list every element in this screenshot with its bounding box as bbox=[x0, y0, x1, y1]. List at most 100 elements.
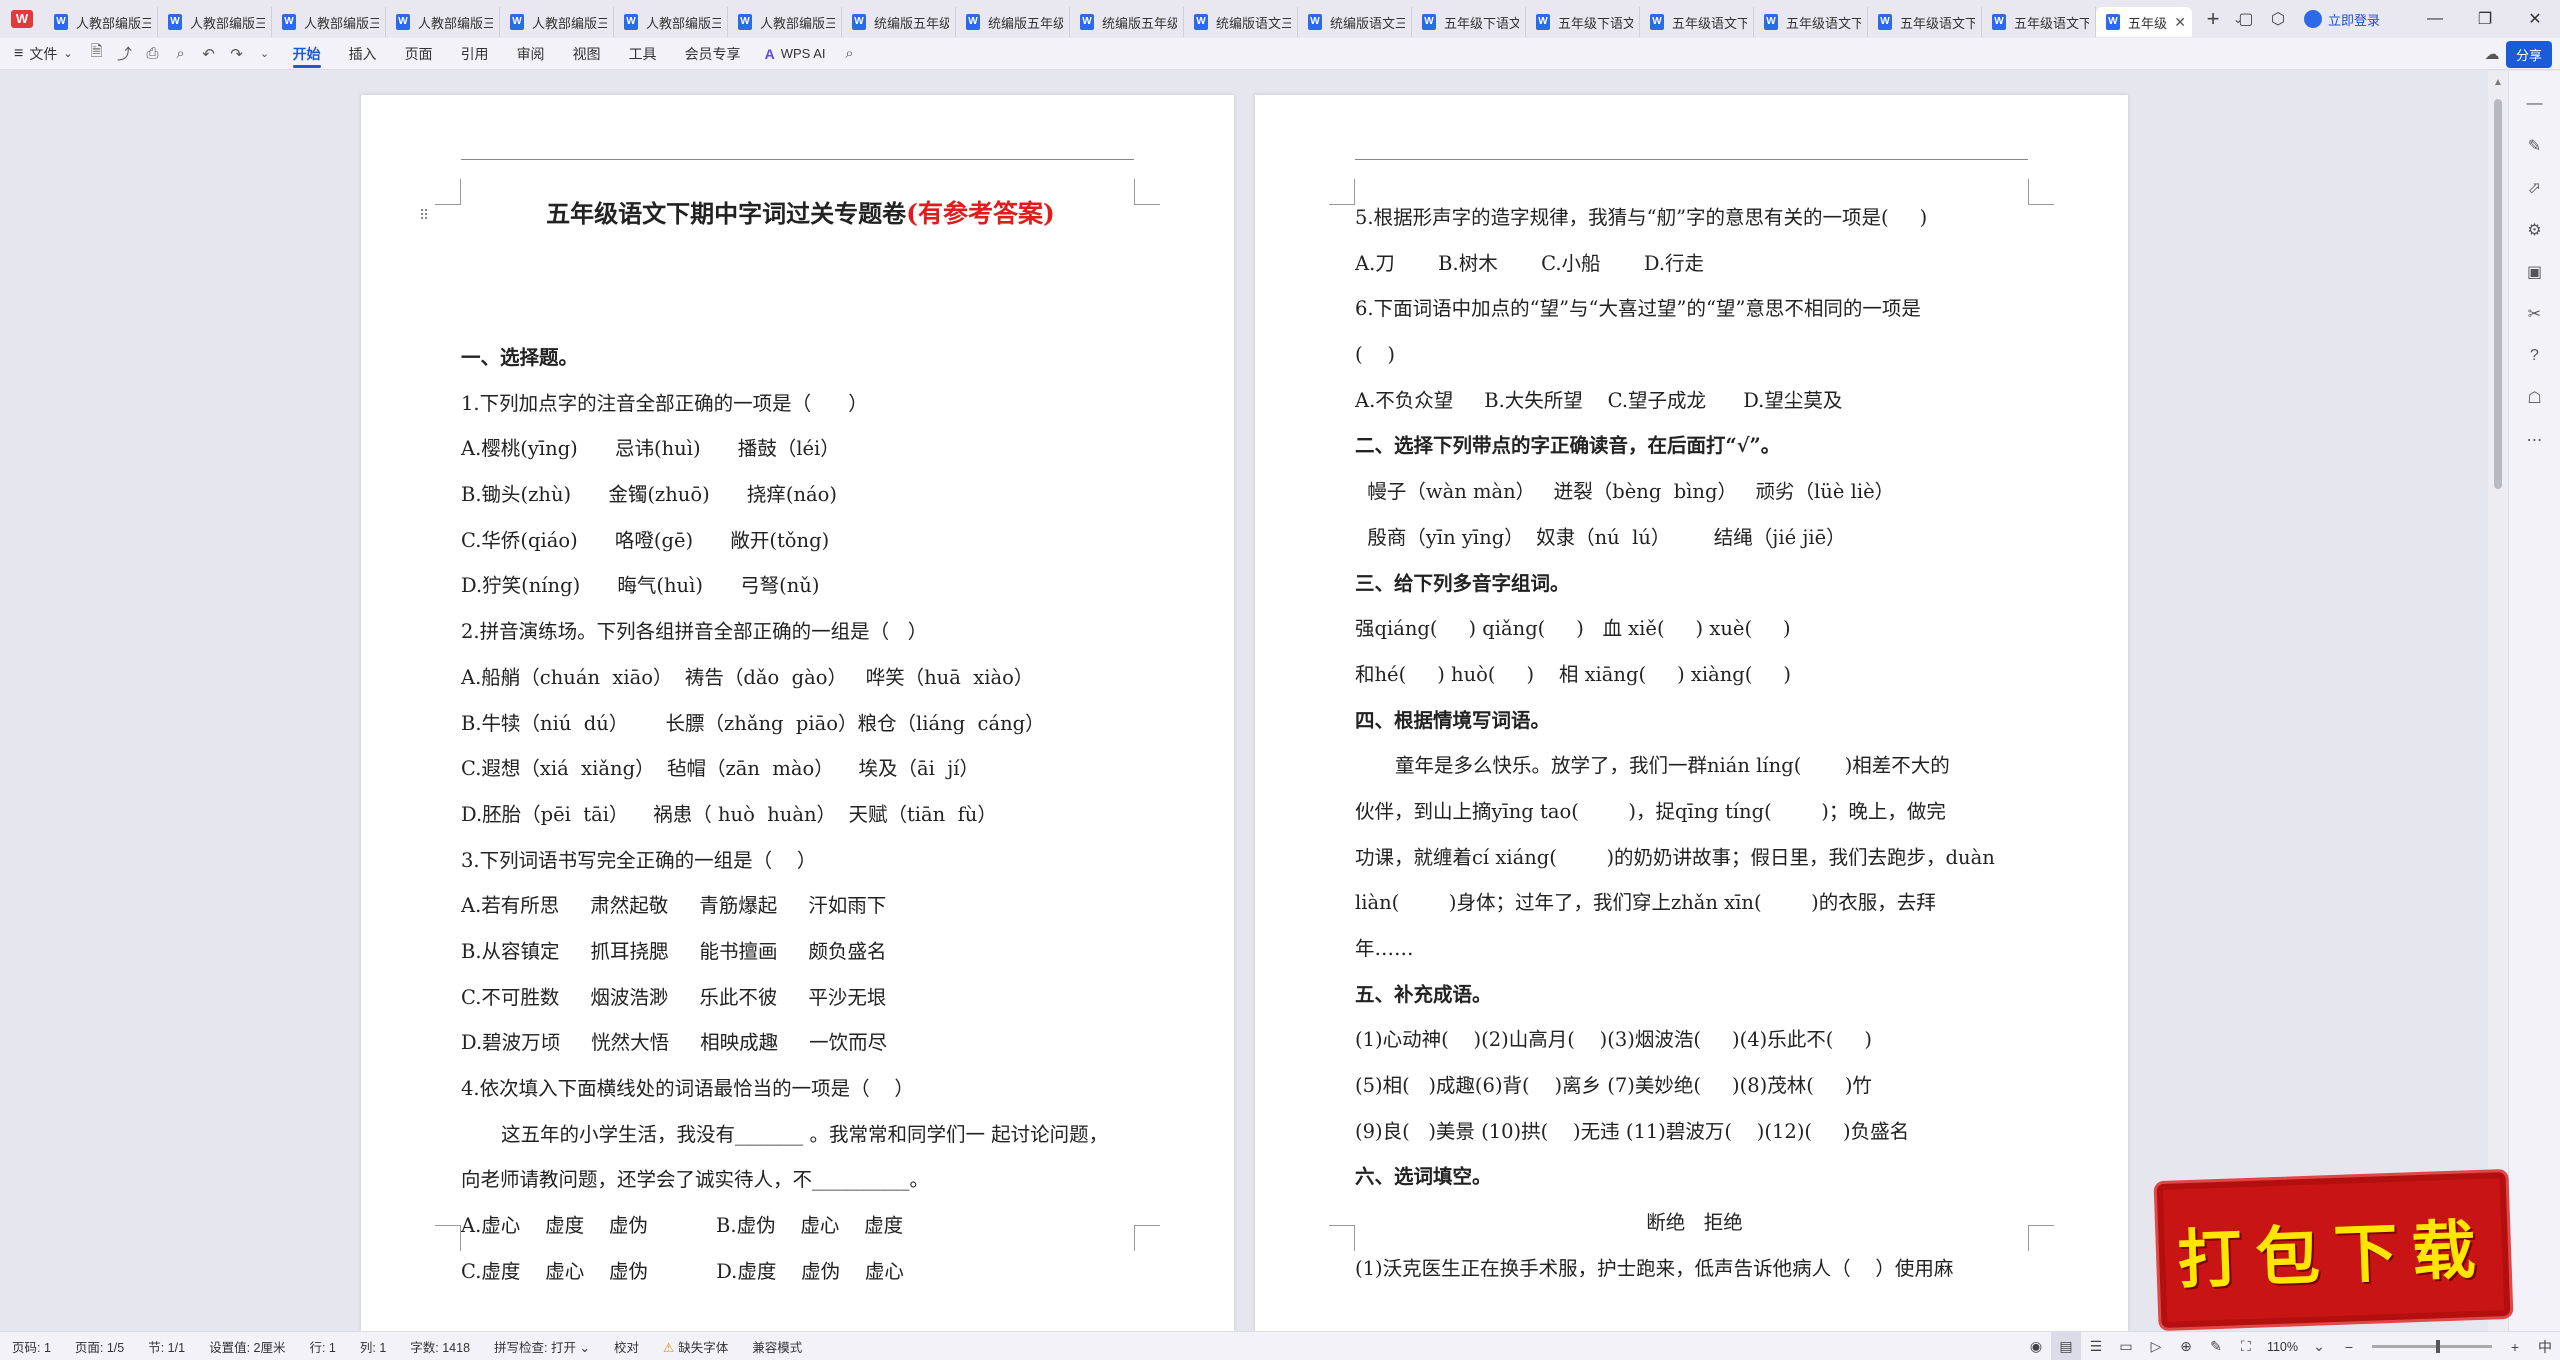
document-tab[interactable]: W 人教部编版三 bbox=[158, 7, 272, 37]
menu-tab-home[interactable]: 开始 bbox=[279, 38, 335, 70]
text-line: C.虚度 虚心 虚伪 D.虚度 虚伪 虚心 bbox=[461, 1259, 904, 1283]
document-tab[interactable]: W 人教部编版三 bbox=[728, 7, 842, 37]
ime-icon[interactable]: 中 bbox=[2530, 1332, 2560, 1360]
outline-view-icon[interactable]: ☰ bbox=[2081, 1332, 2111, 1360]
document-workspace[interactable]: ⠿ 五年级语文下期中字词过关专题卷(有参考答案) 一、选择题。 1.下列加点字的注… bbox=[0, 71, 2488, 1331]
save-icon[interactable]: 🗎 bbox=[83, 38, 111, 70]
document-tab[interactable]: W 五年级下语文 bbox=[1412, 7, 1526, 37]
menu-tab-member[interactable]: 会员专享 bbox=[671, 38, 755, 70]
zoom-in-icon[interactable]: + bbox=[2500, 1332, 2530, 1360]
shirt-icon[interactable]: ☖ bbox=[2520, 383, 2550, 413]
menu-tab-page[interactable]: 页面 bbox=[391, 38, 447, 70]
document-tab[interactable]: W 五年级语文下 bbox=[1868, 7, 1982, 37]
page-view-icon[interactable]: ▤ bbox=[2050, 1332, 2081, 1360]
word-doc-icon: W bbox=[852, 14, 866, 30]
chevron-down-icon[interactable]: ⌄ bbox=[251, 38, 279, 70]
more-icon[interactable]: ⋯ bbox=[2520, 425, 2550, 455]
status-word-count[interactable]: 字数: 1418 bbox=[398, 1337, 482, 1356]
status-proofread[interactable]: 校对 bbox=[602, 1337, 651, 1356]
collapse-icon[interactable]: — bbox=[2520, 89, 2550, 119]
chevron-down-icon[interactable]: ⌄ bbox=[2304, 1332, 2334, 1360]
image-icon[interactable]: ▣ bbox=[2520, 257, 2550, 287]
document-tab[interactable]: W 人教部编版三 bbox=[500, 7, 614, 37]
status-spellcheck[interactable]: 拼写检查: 打开 ⌄ bbox=[482, 1337, 602, 1356]
cube-icon[interactable]: ⬡ bbox=[2262, 3, 2294, 35]
login-button[interactable]: 立即登录 bbox=[2303, 10, 2380, 29]
document-tab[interactable]: W 统编版五年级 bbox=[1070, 7, 1184, 37]
zoom-slider-knob[interactable] bbox=[2435, 1340, 2440, 1353]
eye-protection-icon[interactable]: ◉ bbox=[2021, 1332, 2051, 1360]
wps-logo[interactable]: W bbox=[0, 0, 44, 38]
magic-tools-icon[interactable]: ✂ bbox=[2520, 299, 2550, 329]
active-document-tab[interactable]: W 五年级 ✕ bbox=[2096, 7, 2192, 37]
print-preview-icon[interactable]: ⌕ bbox=[167, 38, 195, 70]
help-icon[interactable]: ? bbox=[2520, 341, 2550, 371]
close-tab-icon[interactable]: ✕ bbox=[2174, 14, 2186, 31]
window-layout-icon[interactable]: ▢ bbox=[2230, 3, 2262, 35]
document-tab[interactable]: W 统编版五年级 bbox=[956, 7, 1070, 37]
word-doc-icon: W bbox=[1422, 14, 1436, 30]
page-content[interactable]: 5.根据形声字的造字规律，我猜与“舠”字的意思有关的一项是( ) A.刀 B.树木… bbox=[1355, 195, 2034, 1292]
reading-mode-icon[interactable]: ▭ bbox=[2111, 1332, 2141, 1360]
menu-tab-reference[interactable]: 引用 bbox=[447, 38, 503, 70]
document-tab[interactable]: W 人教部编版三 bbox=[44, 7, 158, 37]
undo-icon[interactable]: ↶ bbox=[195, 38, 223, 70]
document-tab[interactable]: W 五年级语文下 bbox=[1982, 7, 2096, 37]
search-icon[interactable]: ⌕ bbox=[835, 38, 863, 70]
document-tab[interactable]: W 统编版五年级 bbox=[842, 7, 956, 37]
document-tab[interactable]: W 五年级语文下 bbox=[1640, 7, 1754, 37]
download-banner[interactable]: 打包下载 bbox=[2153, 1168, 2514, 1332]
redo-icon[interactable]: ↷ bbox=[223, 38, 251, 70]
file-menu-button[interactable]: ≡ 文件 ⌄ bbox=[0, 44, 83, 64]
zoom-out-icon[interactable]: − bbox=[2334, 1332, 2364, 1360]
web-view-icon[interactable]: ⊕ bbox=[2171, 1332, 2201, 1360]
zoom-slider[interactable] bbox=[2372, 1340, 2492, 1353]
status-setting[interactable]: 设置值: 2厘米 bbox=[197, 1337, 297, 1356]
paragraph-drag-handle-icon[interactable]: ⠿ bbox=[419, 207, 429, 224]
vertical-scrollbar[interactable]: ▲ bbox=[2488, 71, 2508, 1331]
title-main: 五年级语文下期中字词过关专题卷 bbox=[546, 199, 907, 228]
status-section[interactable]: 节: 1/1 bbox=[136, 1337, 197, 1356]
word-doc-icon: W bbox=[1764, 14, 1778, 30]
document-tab[interactable]: W 五年级下语文 bbox=[1526, 7, 1640, 37]
document-tab[interactable]: W 人教部编版三 bbox=[386, 7, 500, 37]
text-line: (1)心动神( )(2)山高月( )(3)烟波浩( )(4)乐此不( ) bbox=[1355, 1028, 1872, 1052]
status-page-number[interactable]: 页码: 1 bbox=[0, 1337, 63, 1356]
close-window-button[interactable]: ✕ bbox=[2510, 0, 2560, 38]
export-pdf-icon[interactable]: ⤴ bbox=[111, 38, 139, 70]
settings-sliders-icon[interactable]: ⚙ bbox=[2520, 215, 2550, 245]
new-tab-button[interactable]: + bbox=[2198, 6, 2228, 32]
scroll-thumb[interactable] bbox=[2494, 99, 2502, 489]
page-content[interactable]: 五年级语文下期中字词过关专题卷(有参考答案) 一、选择题。 1.下列加点字的注音全… bbox=[461, 191, 1140, 1294]
document-page[interactable]: 5.根据形声字的造字规律，我猜与“舠”字的意思有关的一项是( ) A.刀 B.树木… bbox=[1255, 95, 2128, 1331]
wps-ai-button[interactable]: A WPS AI bbox=[755, 46, 836, 62]
document-tab[interactable]: W 人教部编版三 bbox=[272, 7, 386, 37]
text-line: D.狞笑(níng) 晦气(huì) 弓弩(nǔ) bbox=[461, 574, 820, 598]
fit-page-icon[interactable]: ⛶ bbox=[2231, 1332, 2261, 1360]
status-page-count[interactable]: 页面: 1/5 bbox=[63, 1337, 136, 1356]
pen-icon[interactable]: ✎ bbox=[2520, 131, 2550, 161]
minimize-button[interactable]: — bbox=[2410, 0, 2460, 38]
menu-tab-tools[interactable]: 工具 bbox=[615, 38, 671, 70]
section-heading: 一、选择题。 bbox=[461, 346, 579, 369]
share-button[interactable]: 分享 bbox=[2505, 40, 2552, 68]
cloud-sync-icon[interactable]: ☁ bbox=[2478, 38, 2506, 70]
play-icon[interactable]: ▷ bbox=[2141, 1332, 2171, 1360]
document-tab[interactable]: W 人教部编版三 bbox=[614, 7, 728, 37]
restore-button[interactable]: ❐ bbox=[2460, 0, 2510, 38]
document-tab[interactable]: W 五年级语文下 bbox=[1754, 7, 1868, 37]
zoom-value[interactable]: 110% bbox=[2267, 1340, 2298, 1354]
print-icon[interactable]: ⎙ bbox=[139, 38, 167, 70]
menu-tab-view[interactable]: 视图 bbox=[559, 38, 615, 70]
text-line: D.碧波万顷 恍然大悟 相映成趣 一饮而尽 bbox=[461, 1031, 888, 1055]
text-line: A.不负众望 B.大失所望 C.望子成龙 D.望尘莫及 bbox=[1355, 388, 1843, 412]
select-cursor-icon[interactable]: ⬀ bbox=[2520, 173, 2550, 203]
scroll-up-icon[interactable]: ▲ bbox=[2493, 77, 2503, 88]
status-missing-font[interactable]: ⚠ 缺失字体 bbox=[651, 1337, 740, 1356]
menu-tab-review[interactable]: 审阅 bbox=[503, 38, 559, 70]
document-tab[interactable]: W 统编版语文三 bbox=[1184, 7, 1298, 37]
edit-icon[interactable]: ✎ bbox=[2201, 1332, 2231, 1360]
document-page[interactable]: ⠿ 五年级语文下期中字词过关专题卷(有参考答案) 一、选择题。 1.下列加点字的注… bbox=[361, 95, 1234, 1331]
document-tab[interactable]: W 统编版语文三 bbox=[1298, 7, 1412, 37]
menu-tab-insert[interactable]: 插入 bbox=[335, 38, 391, 70]
